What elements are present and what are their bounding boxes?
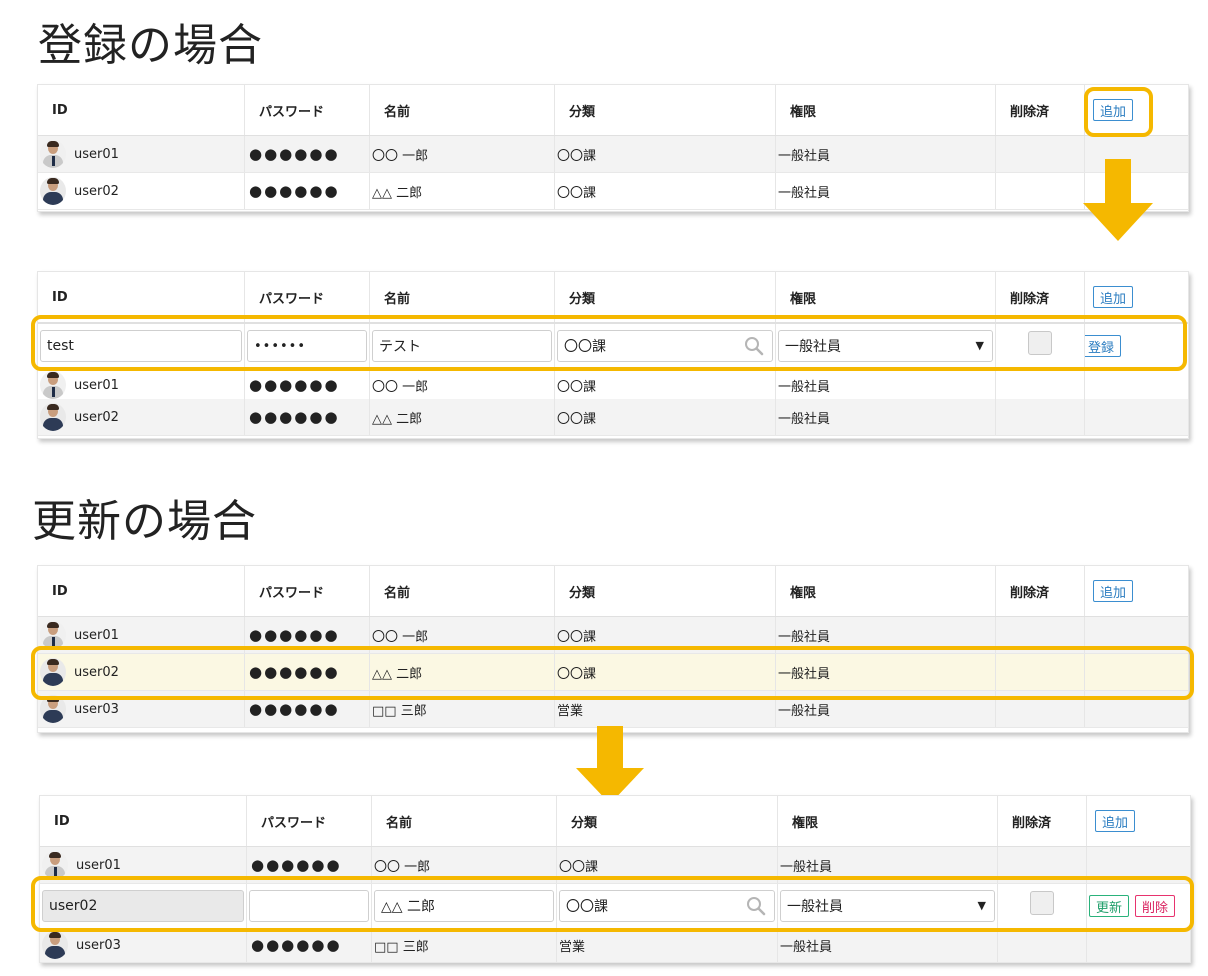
col-header-password: パスワード bbox=[247, 796, 372, 846]
edit-row-highlight bbox=[31, 876, 1194, 932]
col-header-role: 権限 bbox=[778, 796, 998, 846]
password-cell: ●●●●●● bbox=[245, 399, 370, 435]
category-cell: 〇〇課 bbox=[555, 368, 776, 402]
update-heading: 更新の場合 bbox=[32, 496, 257, 547]
user-id: user01 bbox=[74, 146, 119, 162]
col-header-name: 名前 bbox=[370, 566, 555, 616]
col-header-category: 分類 bbox=[555, 566, 776, 616]
user-id: user01 bbox=[74, 377, 119, 393]
user-id: user02 bbox=[74, 409, 119, 425]
action-cell bbox=[1085, 399, 1188, 435]
col-header-deleted: 削除済 bbox=[996, 566, 1085, 616]
name-cell: □□ 三郎 bbox=[372, 928, 557, 962]
table-header: ID パスワード 名前 分類 権限 削除済 追加 bbox=[38, 566, 1188, 618]
id-cell: user01 bbox=[38, 136, 245, 172]
col-header-deleted: 削除済 bbox=[996, 85, 1085, 135]
col-header-deleted: 削除済 bbox=[998, 796, 1087, 846]
deleted-cell bbox=[996, 173, 1085, 209]
avatar bbox=[42, 851, 68, 879]
user-id: user01 bbox=[74, 627, 119, 643]
col-header-role: 権限 bbox=[776, 566, 996, 616]
user-id: user03 bbox=[74, 701, 119, 717]
role-cell: 一般社員 bbox=[778, 928, 998, 962]
col-header-id: ID bbox=[40, 796, 247, 846]
avatar bbox=[40, 371, 66, 399]
col-header-id: ID bbox=[38, 566, 245, 616]
table-header: ID パスワード 名前 分類 権限 削除済 追加 bbox=[38, 85, 1188, 137]
deleted-cell bbox=[996, 399, 1085, 435]
table-row[interactable]: user03 ●●●●●● □□ 三郎 営業 一般社員 bbox=[40, 928, 1190, 963]
new-row-highlight bbox=[31, 315, 1187, 371]
password-cell: ●●●●●● bbox=[245, 136, 370, 172]
role-cell: 一般社員 bbox=[776, 368, 996, 402]
id-cell: user03 bbox=[40, 928, 247, 962]
col-header-password: パスワード bbox=[245, 566, 370, 616]
category-cell: 〇〇課 bbox=[555, 173, 776, 209]
add-button-highlight bbox=[1084, 87, 1153, 137]
table-row[interactable]: user01 ●●●●●● 〇〇 一郎 〇〇課 一般社員 bbox=[38, 136, 1188, 173]
col-header-category: 分類 bbox=[557, 796, 778, 846]
id-cell: user01 bbox=[38, 368, 245, 402]
avatar bbox=[40, 140, 66, 168]
category-cell: 〇〇課 bbox=[555, 399, 776, 435]
user-id: user02 bbox=[74, 183, 119, 199]
col-header-name: 名前 bbox=[372, 796, 557, 846]
register-heading: 登録の場合 bbox=[38, 20, 263, 71]
table-row[interactable]: user02 ●●●●●● △△ 二郎 〇〇課 一般社員 bbox=[38, 173, 1188, 210]
name-cell: △△ 二郎 bbox=[370, 173, 555, 209]
deleted-cell bbox=[996, 368, 1085, 402]
deleted-cell bbox=[996, 136, 1085, 172]
col-header-role: 権限 bbox=[776, 85, 996, 135]
password-cell: ●●●●●● bbox=[245, 173, 370, 209]
id-cell: user02 bbox=[38, 399, 245, 435]
add-button[interactable]: 追加 bbox=[1095, 810, 1136, 832]
avatar bbox=[40, 177, 66, 205]
category-cell: 〇〇課 bbox=[555, 136, 776, 172]
role-cell: 一般社員 bbox=[776, 136, 996, 172]
add-button[interactable]: 追加 bbox=[1093, 286, 1134, 308]
name-cell: △△ 二郎 bbox=[370, 399, 555, 435]
action-cell bbox=[1085, 368, 1188, 402]
col-header-name: 名前 bbox=[370, 85, 555, 135]
name-cell: 〇〇 一郎 bbox=[370, 368, 555, 402]
role-cell: 一般社員 bbox=[776, 399, 996, 435]
col-header-password: パスワード bbox=[245, 85, 370, 135]
category-cell: 営業 bbox=[557, 928, 778, 962]
avatar bbox=[42, 931, 68, 959]
user-id: user01 bbox=[76, 857, 121, 873]
password-cell: ●●●●●● bbox=[247, 928, 372, 962]
role-cell: 一般社員 bbox=[776, 173, 996, 209]
deleted-cell bbox=[998, 928, 1087, 962]
avatar bbox=[40, 403, 66, 431]
table-row[interactable]: user02 ●●●●●● △△ 二郎 〇〇課 一般社員 bbox=[38, 399, 1188, 436]
col-header-id: ID bbox=[38, 85, 245, 135]
user-id: user03 bbox=[76, 937, 121, 953]
action-cell: 追加 bbox=[1087, 796, 1190, 846]
add-button[interactable]: 追加 bbox=[1093, 580, 1134, 602]
table-header: ID パスワード 名前 分類 権限 削除済 追加 bbox=[40, 796, 1190, 848]
id-cell: user02 bbox=[38, 173, 245, 209]
col-header-category: 分類 bbox=[555, 85, 776, 135]
action-cell: 追加 bbox=[1085, 566, 1188, 616]
user-table-register-before: ID パスワード 名前 分類 権限 削除済 追加 user01 ●●●●●● 〇… bbox=[37, 84, 1189, 212]
password-cell: ●●●●●● bbox=[245, 368, 370, 402]
avatar bbox=[40, 621, 66, 649]
arrow-down-icon bbox=[1083, 159, 1153, 241]
name-cell: 〇〇 一郎 bbox=[370, 136, 555, 172]
arrow-down-icon bbox=[576, 726, 644, 806]
table-row[interactable]: user01 ●●●●●● 〇〇 一郎 〇〇課 一般社員 bbox=[38, 368, 1188, 403]
selected-row-highlight bbox=[31, 646, 1194, 700]
action-cell bbox=[1087, 928, 1190, 962]
